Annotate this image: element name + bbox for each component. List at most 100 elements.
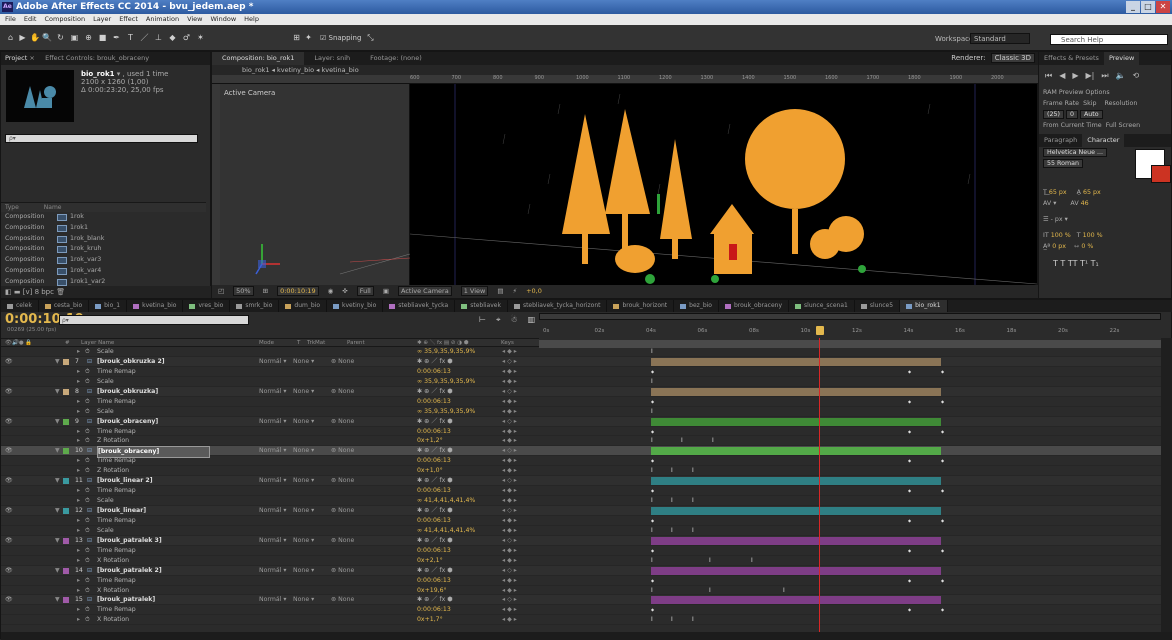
keyframe-navigator-icon[interactable]: ◂ ◇ ▸ bbox=[502, 536, 517, 546]
property-row[interactable]: ⏱ ▸ Time Remap 0:00:06:13 ◂ ◆ ▸ ◆ ◆ ◆ bbox=[1, 367, 1161, 377]
property-value[interactable]: 0:00:06:13 bbox=[417, 605, 451, 615]
keyframe-navigator-icon[interactable]: ◂ ◇ ▸ bbox=[502, 566, 517, 576]
keyframe-marker[interactable]: I bbox=[692, 526, 694, 536]
home-icon[interactable]: ⌂ bbox=[6, 33, 15, 43]
stopwatch-icon[interactable]: ⏱ bbox=[85, 615, 90, 625]
expand-triangle-icon[interactable]: ▼ bbox=[55, 387, 60, 397]
keyframe-marker[interactable]: I bbox=[651, 615, 653, 625]
keyframe-navigator-icon[interactable]: ◂ ◆ ▸ bbox=[502, 466, 517, 476]
property-row[interactable]: ⏱ ▸ X Rotation 0x+19,6° ◂ ◆ ▸ I I I bbox=[1, 586, 1161, 596]
menu-item-animation[interactable]: Animation bbox=[146, 14, 179, 25]
visibility-eye-icon[interactable]: 👁 bbox=[5, 417, 13, 427]
baseline-value[interactable]: 0 px bbox=[1052, 243, 1066, 250]
keyframe-marker[interactable]: I bbox=[651, 347, 653, 357]
tab-slunce_scena1[interactable]: slunce_scena1 bbox=[789, 300, 855, 312]
skip-select[interactable]: 0 bbox=[1065, 110, 1078, 119]
horizontal-scale-value[interactable]: 100 % bbox=[1083, 232, 1103, 239]
keyframe-marker[interactable]: I bbox=[692, 615, 694, 625]
expand-triangle-icon[interactable]: ▼ bbox=[55, 357, 60, 367]
property-value[interactable]: 0:00:06:13 bbox=[417, 516, 451, 526]
layer-switches-icons[interactable]: ✱ ⊕ ／ fx ⬢ bbox=[417, 566, 453, 576]
next-frame-icon[interactable]: ▶| bbox=[1086, 65, 1095, 87]
expand-triangle-icon[interactable]: ▼ bbox=[55, 566, 60, 576]
layer-name[interactable]: [brouk_obkruzka] bbox=[97, 387, 158, 397]
layer-duration-bar[interactable] bbox=[651, 566, 941, 575]
puppet-tool-icon[interactable]: ✶ bbox=[196, 33, 205, 43]
expand-triangle-icon[interactable]: ▼ bbox=[55, 476, 60, 486]
pen-tool-icon[interactable]: ✒ bbox=[112, 33, 121, 43]
property-row[interactable]: ⏱ ▸ Z Rotation 0x+1,0° ◂ ◆ ▸ I I I bbox=[1, 466, 1161, 477]
keyframe-marker[interactable]: ◆ bbox=[908, 367, 911, 377]
label-color-swatch[interactable] bbox=[63, 597, 69, 604]
menu-item-help[interactable]: Help bbox=[244, 14, 259, 25]
project-tab[interactable]: Project bbox=[5, 54, 27, 62]
expand-triangle-icon[interactable]: ▼ bbox=[55, 595, 60, 605]
label-color-swatch[interactable] bbox=[63, 537, 69, 544]
snapshot-icon[interactable]: ◉ bbox=[328, 285, 334, 298]
project-item[interactable]: Composition 1rok_var3 bbox=[1, 255, 206, 266]
keyframe-navigator-icon[interactable]: ◂ ◆ ▸ bbox=[502, 347, 517, 357]
layer-switches-icons[interactable]: ✱ ⊕ ／ fx ⬢ bbox=[417, 595, 453, 605]
label-color-swatch[interactable] bbox=[63, 478, 69, 485]
text-style-buttons[interactable]: T T TT T¹ T₁ bbox=[1039, 258, 1171, 269]
keyframe-marker[interactable]: I bbox=[651, 526, 653, 536]
keyframe-navigator-icon[interactable]: ◂ ◆ ▸ bbox=[502, 576, 517, 586]
property-value[interactable]: 0:00:06:13 bbox=[417, 576, 451, 586]
project-item[interactable]: Composition 1rok1 bbox=[1, 223, 206, 234]
composition-viewer[interactable]: Active Camera bbox=[220, 84, 1037, 285]
minimize-icon[interactable]: _ bbox=[1126, 1, 1140, 13]
project-item[interactable]: Composition 1rok_var4 bbox=[1, 266, 206, 277]
active-camera-view[interactable]: Active Camera bbox=[220, 84, 410, 285]
effect-controls-tab[interactable]: Effect Controls: brouk_obraceny bbox=[45, 54, 149, 62]
keyframe-navigator-icon[interactable]: ◂ ◆ ▸ bbox=[502, 397, 517, 407]
property-triangle-icon[interactable]: ▸ bbox=[77, 466, 80, 476]
time-ruler[interactable]: 0s 02s 04s 06s 08s 10s 12s 14s 16s 18s 20s 22s bbox=[539, 313, 1161, 348]
keyframe-marker[interactable]: ◆ bbox=[908, 486, 911, 496]
eraser-tool-icon[interactable]: ◆ bbox=[168, 33, 177, 43]
property-row[interactable]: ⏱ ▸ Scale ∞ 35,9,35,9,35,9% ◂ ◆ ▸ I bbox=[1, 347, 1161, 357]
layer-name[interactable]: [brouk_patralek 2] bbox=[97, 566, 162, 576]
visibility-eye-icon[interactable]: 👁 bbox=[5, 357, 13, 367]
layer-duration-bar[interactable] bbox=[651, 447, 941, 456]
audio-icon[interactable]: 🔈 bbox=[1116, 65, 1126, 87]
current-time-display[interactable]: 0:00:10:19 bbox=[277, 286, 319, 296]
property-triangle-icon[interactable]: ▸ bbox=[77, 407, 80, 417]
menu-item-composition[interactable]: Composition bbox=[44, 14, 85, 25]
property-row[interactable]: ⏱ ▸ X Rotation 0x+2,1° ◂ ◆ ▸ I I I bbox=[1, 556, 1161, 566]
resolution-select[interactable]: Auto bbox=[1079, 110, 1103, 119]
property-value[interactable]: 0x+1,7° bbox=[417, 615, 443, 625]
world-axis-icon[interactable]: ✦ bbox=[304, 33, 313, 43]
track-matte-select[interactable]: None ▾ bbox=[293, 446, 314, 456]
keyframe-marker[interactable]: I bbox=[671, 615, 673, 625]
parent-select[interactable]: ⊛ None bbox=[331, 566, 354, 576]
keyframe-marker[interactable]: ◆ bbox=[908, 576, 911, 586]
property-row[interactable]: ⏱ ▸ Scale ∞ 35,9,35,9,35,9% ◂ ◆ ▸ I bbox=[1, 407, 1161, 417]
region-icon[interactable]: ▣ bbox=[383, 285, 389, 298]
keyframe-marker[interactable]: ◆ bbox=[941, 427, 944, 437]
property-row[interactable]: ⏱ ▸ Time Remap 0:00:06:13 ◂ ◆ ▸ ◆ ◆ ◆ bbox=[1, 605, 1161, 616]
menu-item-layer[interactable]: Layer bbox=[93, 14, 111, 25]
layer-row[interactable]: 👁 ▼ 13 ⊟ [brouk_patralek 3] Normál ▾ None ▾ ⊛ N… bbox=[1, 535, 1161, 546]
project-item[interactable]: Composition 1rok bbox=[1, 212, 206, 223]
brush-tool-icon[interactable]: ／ bbox=[140, 33, 149, 43]
keyframe-marker[interactable]: I bbox=[651, 436, 653, 446]
layer-tab[interactable]: Layer: snih bbox=[304, 52, 360, 65]
keyframe-navigator-icon[interactable]: ◂ ◆ ▸ bbox=[502, 605, 517, 615]
stopwatch-icon[interactable]: ⏱ bbox=[85, 456, 90, 466]
full-screen-checkbox[interactable]: Full Screen bbox=[1106, 122, 1140, 129]
keyframe-marker[interactable]: I bbox=[651, 466, 653, 476]
keyframe-marker[interactable]: ◆ bbox=[941, 516, 944, 526]
footage-tab[interactable]: Footage: (none) bbox=[360, 52, 432, 65]
keyframe-marker[interactable]: ◆ bbox=[908, 427, 911, 437]
col-name[interactable]: Name bbox=[44, 203, 62, 212]
track-matte-select[interactable]: None ▾ bbox=[293, 476, 314, 486]
layer-switches-icons[interactable]: ✱ ⊕ ／ fx ⬢ bbox=[417, 506, 453, 516]
property-row[interactable]: ⏱ ▸ Time Remap 0:00:06:13 ◂ ◆ ▸ ◆ ◆ ◆ bbox=[1, 516, 1161, 526]
blend-mode-select[interactable]: Normál ▾ bbox=[259, 536, 286, 546]
keyframe-marker[interactable]: ◆ bbox=[651, 516, 654, 526]
keyframe-navigator-icon[interactable]: ◂ ◇ ▸ bbox=[502, 446, 517, 456]
property-triangle-icon[interactable]: ▸ bbox=[77, 377, 80, 387]
parent-select[interactable]: ⊛ None bbox=[331, 506, 354, 516]
property-row[interactable]: ⏱ ▸ Time Remap 0:00:06:13 ◂ ◆ ▸ ◆ ◆ ◆ bbox=[1, 546, 1161, 556]
stopwatch-icon[interactable]: ⏱ bbox=[85, 347, 90, 357]
